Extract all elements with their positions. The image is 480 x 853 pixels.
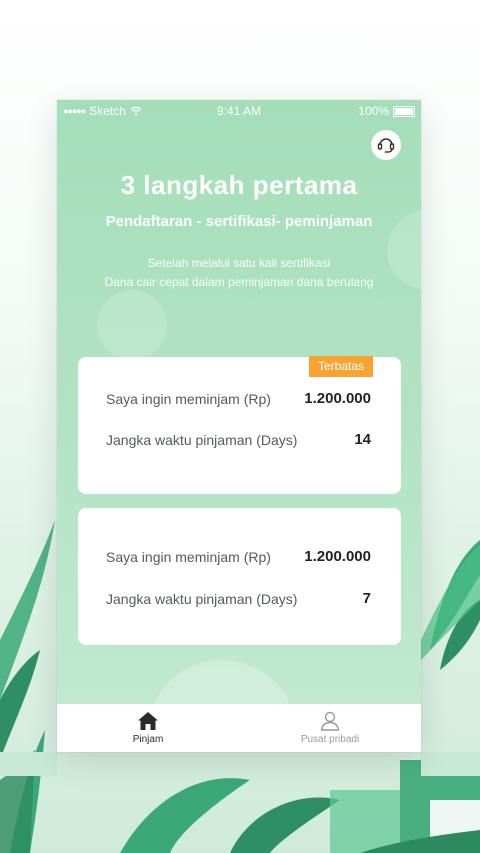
loan-amount-value: 1.200.000: [304, 548, 371, 565]
description-line-1: Setelah melalui satu kali sertifikasi: [147, 256, 331, 270]
decorative-bubble: [97, 290, 167, 360]
customer-service-button[interactable]: [371, 130, 401, 160]
bottom-tab-bar: Pinjam Pusat pribadi: [57, 704, 421, 752]
loan-term-label: Jangka waktu pinjaman (Days): [106, 431, 298, 448]
headset-icon: [377, 138, 395, 154]
loan-card[interactable]: Terbatas Saya ingin meminjam (Rp) 1.200.…: [78, 356, 401, 494]
battery-percent: 100%: [358, 104, 389, 118]
loan-term-row: Jangka waktu pinjaman (Days) 14: [106, 431, 371, 448]
loan-term-value: 14: [354, 431, 371, 448]
loan-term-label: Jangka waktu pinjaman (Days): [106, 590, 298, 607]
page-title: 3 langkah pertama: [120, 170, 358, 200]
loan-amount-label: Saya ingin meminjam (Rp): [106, 390, 271, 407]
loan-term-value: 7: [362, 590, 371, 607]
battery-icon: [393, 105, 415, 117]
limited-badge: Terbatas: [308, 356, 373, 377]
tab-pinjam[interactable]: Pinjam: [57, 704, 239, 752]
loan-amount-value: 1.200.000: [304, 390, 371, 407]
phone-screen: ●●●●● Sketch 9:41 AM 100% 3 langkah pert…: [57, 100, 421, 752]
loan-card[interactable]: Saya ingin meminjam (Rp) 1.200.000 Jangk…: [78, 508, 401, 645]
loan-amount-row: Saya ingin meminjam (Rp) 1.200.000: [106, 390, 371, 407]
description-line-2: Dana cair cepat dalam peminjaman dana be…: [104, 275, 374, 289]
page-subtitle: Pendaftaran - sertifikasi- peminjaman: [105, 213, 373, 230]
loan-term-row: Jangka waktu pinjaman (Days) 7: [106, 590, 371, 607]
status-bar: ●●●●● Sketch 9:41 AM 100%: [57, 100, 421, 120]
user-icon: [320, 711, 340, 731]
home-icon: [138, 712, 158, 730]
tab-pusat-pribadi[interactable]: Pusat pribadi: [239, 704, 421, 752]
loan-amount-label: Saya ingin meminjam (Rp): [106, 548, 271, 565]
loan-amount-row: Saya ingin meminjam (Rp) 1.200.000: [106, 548, 371, 565]
tab-label: Pinjam: [132, 734, 164, 745]
tab-label: Pusat pribadi: [300, 734, 360, 745]
